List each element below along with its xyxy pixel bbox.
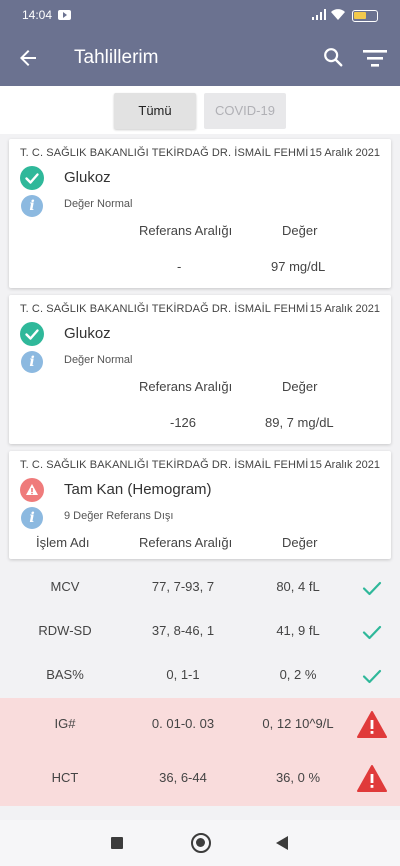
value-label: Değer <box>282 223 318 238</box>
hospital-name: T. C. SAĞLIK BAKANLIĞI TEKİRDAĞ DR. İSMA… <box>20 147 309 159</box>
hospital-name: T. C. SAĞLIK BAKANLIĞI TEKİRDAĞ DR. İSMA… <box>20 459 309 471</box>
tab-all[interactable]: Tümü <box>114 93 196 129</box>
info-icon[interactable]: i <box>21 351 43 373</box>
reference-range-value: - <box>177 259 182 274</box>
result-value: 89, 7 mg/dL <box>265 415 334 430</box>
check-circle-icon <box>20 166 44 190</box>
check-icon <box>362 669 382 684</box>
parameter-reference: 37, 8-46, 1 <box>151 623 215 638</box>
lab-result-card[interactable]: T. C. SAĞLIK BAKANLIĞI TEKİRDAĞ DR. İSMA… <box>9 139 391 288</box>
recent-apps-icon[interactable] <box>111 837 123 849</box>
info-icon[interactable]: i <box>21 195 43 217</box>
reference-range-label: Referans Aralığı <box>139 223 233 238</box>
parameter-value: 80, 4 fL <box>276 579 320 594</box>
result-note: 9 Değer Referans Dışı <box>64 510 174 522</box>
info-icon[interactable]: i <box>21 507 43 529</box>
parameter-reference: 36, 6-44 <box>159 770 207 785</box>
search-icon[interactable] <box>322 46 344 68</box>
status-bar: 14:04 <box>0 0 400 30</box>
result-note: Değer Normal <box>64 354 133 366</box>
parameter-reference: 0. 01-0. 03 <box>151 716 215 731</box>
home-icon[interactable] <box>191 833 211 853</box>
test-name: Tam Kan (Hemogram) <box>64 481 212 498</box>
test-name: Glukoz <box>64 169 111 186</box>
parameter-name: RDW-SD <box>38 623 92 638</box>
reference-range-label: Referans Aralığı <box>139 535 233 550</box>
result-date: 15 Aralık 2021 <box>309 459 380 471</box>
table-row[interactable]: BAS% 0, 1-1 0, 2 % <box>0 654 400 698</box>
parameter-name: HCT <box>51 770 79 785</box>
filter-icon[interactable] <box>362 47 388 69</box>
check-circle-icon <box>20 322 44 346</box>
status-time: 14:04 <box>22 8 53 22</box>
test-name: Glukoz <box>64 325 111 342</box>
reference-range-value: -126 <box>170 415 197 430</box>
parameter-name: MCV <box>50 579 80 594</box>
battery-fill <box>354 12 366 19</box>
tab-covid[interactable]: COVID-19 <box>204 93 286 129</box>
test-name-column-header: İşlem Adı <box>36 535 90 550</box>
parameter-value: 0, 2 % <box>279 667 317 682</box>
table-row[interactable]: RDW-SD 37, 8-46, 1 41, 9 fL <box>0 610 400 654</box>
warning-triangle-icon <box>357 765 387 792</box>
parameter-value: 0, 12 10^9/L <box>262 716 334 731</box>
result-date: 15 Aralık 2021 <box>309 303 380 315</box>
signal-icon <box>312 9 326 20</box>
reference-range-label: Referans Aralığı <box>139 379 233 394</box>
parameter-name: IG# <box>54 716 76 731</box>
parameter-value: 36, 0 % <box>275 770 321 785</box>
system-nav-bar <box>0 820 400 866</box>
parameter-name: BAS% <box>46 667 84 682</box>
result-note: Değer Normal <box>64 198 133 210</box>
warning-triangle-icon <box>357 711 387 738</box>
table-row[interactable]: MCV 77, 7-93, 7 80, 4 fL <box>0 566 400 610</box>
value-label: Değer <box>282 535 318 550</box>
back-arrow-icon[interactable] <box>16 46 40 70</box>
value-label: Değer <box>282 379 318 394</box>
table-row-alert[interactable]: IG# 0. 01-0. 03 0, 12 10^9/L <box>0 698 400 752</box>
warning-circle-icon <box>20 478 44 502</box>
battery-icon <box>352 10 378 22</box>
wifi-icon <box>331 9 345 20</box>
hospital-name: T. C. SAĞLIK BAKANLIĞI TEKİRDAĞ DR. İSMA… <box>20 303 309 315</box>
segment-tabs: Tümü COVID-19 <box>0 86 400 134</box>
parameter-reference: 0, 1-1 <box>166 667 200 682</box>
page-title: Tahlillerim <box>74 47 159 68</box>
app-bar: Tahlillerim <box>0 30 400 86</box>
back-triangle-icon[interactable] <box>276 836 288 850</box>
youtube-notification-icon <box>58 10 71 20</box>
lab-result-card[interactable]: T. C. SAĞLIK BAKANLIĞI TEKİRDAĞ DR. İSMA… <box>9 295 391 444</box>
check-icon <box>362 581 382 596</box>
lab-result-card[interactable]: T. C. SAĞLIK BAKANLIĞI TEKİRDAĞ DR. İSMA… <box>9 451 391 559</box>
parameter-reference: 77, 7-93, 7 <box>151 579 215 594</box>
parameter-value: 41, 9 fL <box>276 623 320 638</box>
result-date: 15 Aralık 2021 <box>309 147 380 159</box>
result-value: 97 mg/dL <box>271 259 326 274</box>
check-icon <box>362 625 382 640</box>
table-row-alert[interactable]: HCT 36, 6-44 36, 0 % <box>0 752 400 806</box>
